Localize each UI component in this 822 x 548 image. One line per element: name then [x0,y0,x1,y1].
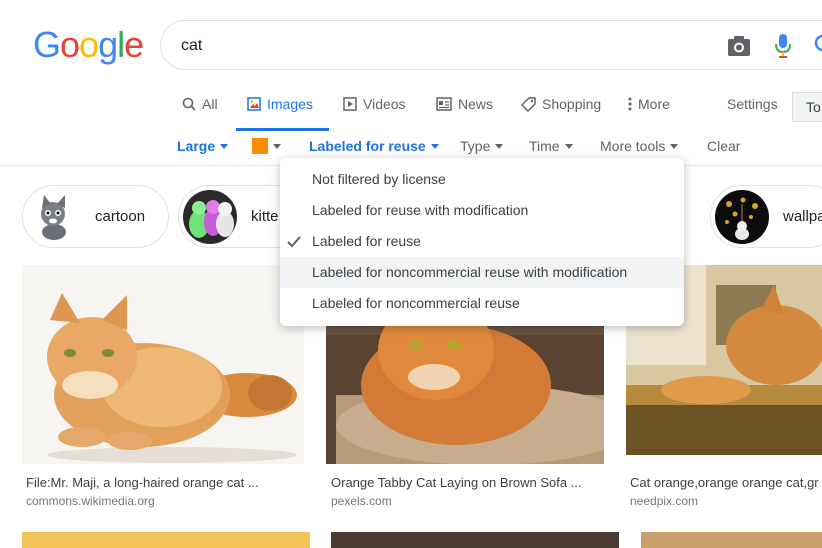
logo-letter: e [124,24,144,65]
microphone-icon[interactable] [775,33,791,64]
chip-label: wallpa [783,208,822,225]
result-thumbnail[interactable] [22,532,310,548]
search-tabs: All Images Videos News Shopping More Set… [0,88,822,132]
tab-images[interactable]: Images [247,96,313,112]
menu-item-label: Labeled for reuse [312,233,421,249]
menu-item-not-filtered[interactable]: Not filtered by license [280,164,684,195]
chevron-down-icon [273,143,281,149]
news-icon [436,97,452,111]
tab-label: Images [267,96,313,112]
more-tools-filter[interactable]: More tools [600,138,679,154]
google-logo[interactable]: Google [33,24,144,66]
tab-label: Videos [363,96,406,112]
time-filter[interactable]: Time [529,138,573,154]
chip-thumbnail [715,189,769,244]
result-title[interactable]: File:Mr. Maji, a long-haired orange cat … [26,475,301,490]
settings-link[interactable]: Settings [727,96,778,112]
usage-rights-menu: Not filtered by license Labeled for reus… [280,158,684,326]
suggestion-chip[interactable]: cartoon [22,185,169,248]
menu-item-reuse-modification[interactable]: Labeled for reuse with modification [280,195,684,226]
result-source[interactable]: pexels.com [331,494,392,508]
result-thumbnail[interactable] [22,265,304,464]
tools-button[interactable]: To [792,92,822,122]
menu-item-label: Labeled for noncommercial reuse with mod… [312,264,628,280]
color-filter[interactable] [252,138,281,154]
tab-label: News [458,96,494,112]
result-source[interactable]: needpix.com [630,494,698,508]
usage-rights-label: Labeled for reuse [309,138,426,154]
tab-label: Shopping [542,96,602,112]
more-vert-icon [628,97,632,111]
image-icon [247,97,261,111]
play-icon [343,97,357,111]
chevron-down-icon [495,143,504,149]
color-swatch [252,138,268,154]
logo-letter: g [98,24,118,65]
tab-videos[interactable]: Videos [343,96,406,112]
tab-news[interactable]: News [436,96,493,112]
active-tab-indicator [236,128,329,131]
logo-letter: l [117,24,125,65]
search-box [160,20,822,70]
more-tools-label: More tools [600,138,666,154]
chip-label: cartoon [95,208,146,225]
camera-icon[interactable] [727,35,751,62]
chevron-down-icon [564,143,573,149]
type-filter-label: Type [460,138,491,154]
chevron-down-icon [220,143,229,149]
chip-thumbnail [27,189,81,244]
logo-letter: G [33,24,61,65]
size-filter-label: Large [177,138,216,154]
chevron-down-icon [430,143,439,149]
tab-all[interactable]: All [182,96,218,112]
chip-thumbnail [183,189,237,244]
tab-more[interactable]: More [628,96,670,112]
search-input[interactable] [181,33,701,59]
menu-item-label: Labeled for noncommercial reuse [312,295,520,311]
search-icon[interactable] [813,33,822,62]
tag-icon [521,96,536,112]
menu-item-noncommercial-modification[interactable]: Labeled for noncommercial reuse with mod… [280,257,684,288]
result-title[interactable]: Orange Tabby Cat Laying on Brown Sofa ..… [331,475,604,490]
chevron-down-icon [670,143,679,149]
clear-filters-link[interactable]: Clear [707,138,740,154]
result-thumbnail[interactable] [331,532,619,548]
menu-item-label: Labeled for reuse with modification [312,202,529,218]
tab-shopping[interactable]: Shopping [521,96,601,112]
menu-item-label: Not filtered by license [312,171,446,187]
tab-label: All [202,96,218,112]
size-filter[interactable]: Large [177,138,229,154]
suggestion-chip[interactable]: wallpa [710,185,822,248]
search-icon [182,97,196,111]
menu-item-reuse[interactable]: Labeled for reuse [280,226,684,257]
logo-letter: o [60,24,80,65]
result-thumbnail[interactable] [641,532,822,548]
type-filter[interactable]: Type [460,138,504,154]
menu-item-noncommercial[interactable]: Labeled for noncommercial reuse [280,288,684,319]
logo-letter: o [79,24,99,65]
result-source[interactable]: commons.wikimedia.org [26,494,155,508]
tab-label: More [638,96,670,112]
chip-label: kitte [251,208,279,225]
result-title[interactable]: Cat orange,orange orange cat,gr [630,475,822,490]
time-filter-label: Time [529,138,560,154]
usage-rights-filter[interactable]: Labeled for reuse [309,138,439,154]
